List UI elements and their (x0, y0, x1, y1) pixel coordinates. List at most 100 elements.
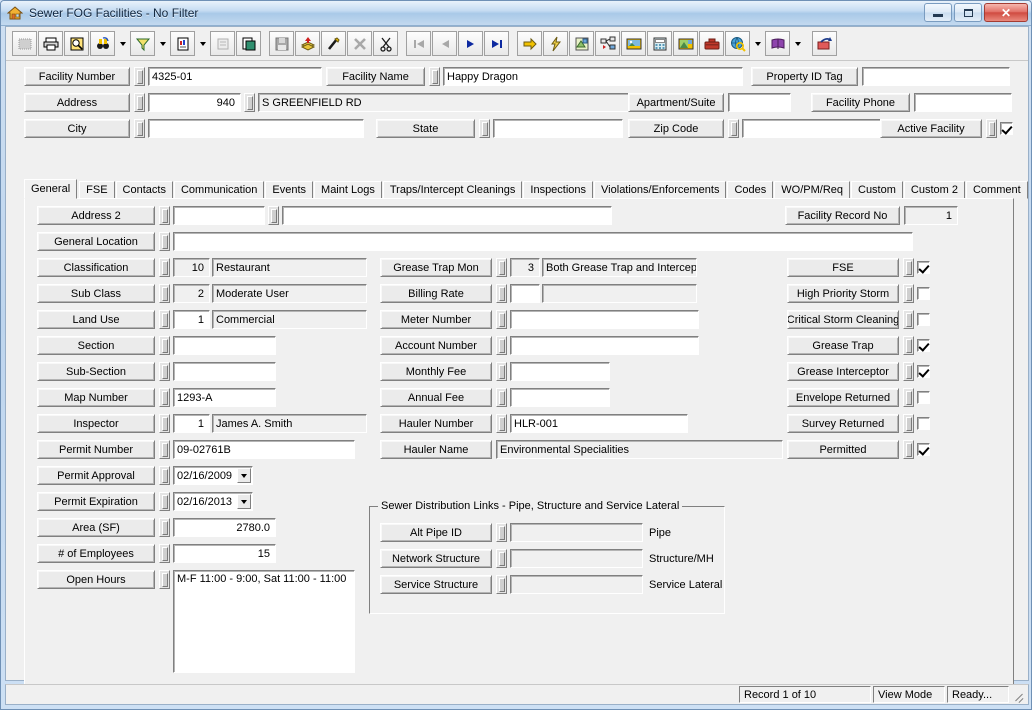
address2-spinner-2[interactable] (268, 206, 279, 225)
num-employees-spinner[interactable] (159, 544, 170, 563)
land-use-code-input[interactable]: 1 (173, 310, 210, 329)
grease-trap-label[interactable]: Grease Trap (787, 336, 899, 355)
permitted-spinner[interactable] (903, 440, 914, 459)
permit-expiration-label[interactable]: Permit Expiration (37, 492, 155, 511)
permitted-checkbox[interactable] (917, 443, 930, 456)
grid-view-icon[interactable] (12, 31, 37, 56)
network-icon[interactable] (595, 31, 620, 56)
tab-wo-pm-req[interactable]: WO/PM/Req (774, 181, 850, 199)
num-employees-input[interactable]: 15 (173, 544, 276, 563)
facility-name-label[interactable]: Facility Name (326, 67, 425, 86)
permit-approval-label[interactable]: Permit Approval (37, 466, 155, 485)
facility-record-no-label[interactable]: Facility Record No (785, 206, 900, 225)
active-facility-label[interactable]: Active Facility (880, 119, 982, 138)
inspector-spinner[interactable] (159, 414, 170, 433)
help-book-dropdown-button[interactable] (791, 30, 805, 57)
address2-spinner-1[interactable] (159, 206, 170, 225)
city-spinner[interactable] (134, 119, 145, 138)
goto-icon[interactable] (517, 31, 542, 56)
network-structure-spinner[interactable] (496, 549, 507, 568)
survey-returned-checkbox[interactable] (917, 417, 930, 430)
general-location-spinner[interactable] (159, 232, 170, 251)
report-icon[interactable] (170, 31, 195, 56)
area-sf-input[interactable]: 2780.0 (173, 518, 276, 537)
service-structure-label[interactable]: Service Structure (380, 575, 492, 594)
exit-icon[interactable] (812, 31, 837, 56)
permit-expiration-spinner[interactable] (159, 492, 170, 511)
classification-code-input[interactable]: 10 (173, 258, 210, 277)
annual-fee-spinner[interactable] (496, 388, 507, 407)
sub-class-label[interactable]: Sub Class (37, 284, 155, 303)
grease-interceptor-checkbox[interactable] (917, 365, 930, 378)
permitted-label[interactable]: Permitted (787, 440, 899, 459)
state-label[interactable]: State (376, 119, 475, 138)
area-sf-label[interactable]: Area (SF) (37, 518, 155, 537)
zip-code-spinner[interactable] (728, 119, 739, 138)
service-structure-spinner[interactable] (496, 575, 507, 594)
find-icon[interactable] (90, 31, 115, 56)
fse-spinner[interactable] (903, 258, 914, 277)
print-icon[interactable] (38, 31, 63, 56)
address2-input-2[interactable] (282, 206, 612, 225)
inspector-code-input[interactable]: 1 (173, 414, 210, 433)
high-priority-storm-spinner[interactable] (903, 284, 914, 303)
address-street-spinner[interactable] (244, 93, 255, 112)
open-hours-textarea[interactable]: M-F 11:00 - 9:00, Sat 11:00 - 11:00 (173, 570, 355, 673)
critical-storm-cleaning-spinner[interactable] (903, 310, 914, 329)
classification-label[interactable]: Classification (37, 258, 155, 277)
minimize-button[interactable] (924, 3, 952, 22)
state-spinner[interactable] (479, 119, 490, 138)
critical-storm-cleaning-checkbox[interactable] (917, 313, 930, 326)
section-spinner[interactable] (159, 336, 170, 355)
property-id-tag-input[interactable] (862, 67, 1010, 86)
sub-section-spinner[interactable] (159, 362, 170, 381)
photo-icon[interactable] (673, 31, 698, 56)
account-number-input[interactable] (510, 336, 699, 355)
annual-fee-label[interactable]: Annual Fee (380, 388, 492, 407)
inspector-label[interactable]: Inspector (37, 414, 155, 433)
billing-rate-code-input[interactable] (510, 284, 540, 303)
facility-number-label[interactable]: Facility Number (24, 67, 130, 86)
address-number-input[interactable]: 940 (148, 93, 241, 112)
envelope-returned-label[interactable]: Envelope Returned (787, 388, 899, 407)
tab-traps-intercept-cleanings[interactable]: Traps/Intercept Cleanings (382, 181, 523, 199)
tab-communication[interactable]: Communication (173, 181, 265, 199)
grease-trap-mon-code-input[interactable]: 3 (510, 258, 540, 277)
apartment-suite-label[interactable]: Apartment/Suite (628, 93, 724, 112)
survey-returned-label[interactable]: Survey Returned (787, 414, 899, 433)
general-location-input[interactable] (173, 232, 913, 251)
address-label[interactable]: Address (24, 93, 130, 112)
edit-record-icon[interactable] (321, 31, 346, 56)
general-location-label[interactable]: General Location (37, 232, 155, 251)
permit-approval-date-input[interactable]: 02/16/2009 (173, 466, 253, 485)
meter-number-label[interactable]: Meter Number (380, 310, 492, 329)
critical-storm-cleaning-label[interactable]: Critical Storm Cleaning (787, 310, 899, 329)
grease-trap-spinner[interactable] (903, 336, 914, 355)
grease-trap-mon-spinner[interactable] (496, 258, 507, 277)
alt-pipe-id-spinner[interactable] (496, 523, 507, 542)
monthly-fee-input[interactable] (510, 362, 610, 381)
toolbox-icon[interactable] (699, 31, 724, 56)
meter-number-input[interactable] (510, 310, 699, 329)
section-input[interactable] (173, 336, 276, 355)
alt-pipe-id-input[interactable] (510, 523, 643, 542)
meter-number-spinner[interactable] (496, 310, 507, 329)
tab-events[interactable]: Events (265, 181, 314, 199)
next-record-icon[interactable] (458, 31, 483, 56)
facility-phone-input[interactable] (914, 93, 1012, 112)
zip-code-label[interactable]: Zip Code (628, 119, 724, 138)
hauler-number-spinner[interactable] (496, 414, 507, 433)
envelope-returned-spinner[interactable] (903, 388, 914, 407)
report-dropdown-button[interactable] (196, 30, 210, 57)
facility-number-spinner[interactable] (134, 67, 145, 86)
monthly-fee-spinner[interactable] (496, 362, 507, 381)
tab-general[interactable]: General (24, 179, 78, 199)
sub-section-label[interactable]: Sub-Section (37, 362, 155, 381)
alt-pipe-id-label[interactable]: Alt Pipe ID (380, 523, 492, 542)
billing-rate-spinner[interactable] (496, 284, 507, 303)
account-number-spinner[interactable] (496, 336, 507, 355)
survey-returned-spinner[interactable] (903, 414, 914, 433)
network-structure-label[interactable]: Network Structure (380, 549, 492, 568)
previous-record-icon[interactable] (432, 31, 457, 56)
resize-grip-icon[interactable] (1011, 688, 1025, 702)
